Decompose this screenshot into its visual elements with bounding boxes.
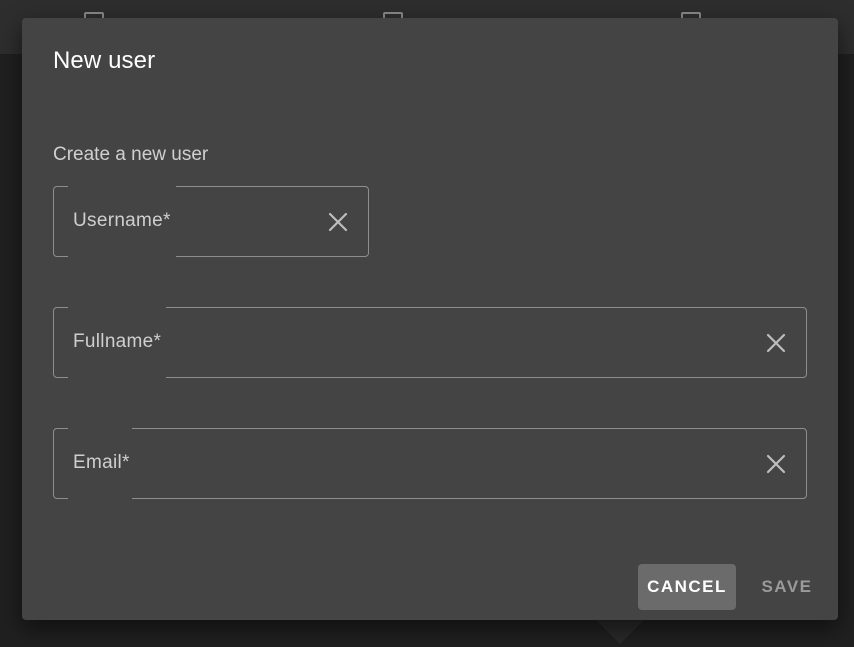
outline-notch bbox=[68, 376, 166, 379]
outline-notch bbox=[68, 427, 132, 430]
outline-notch bbox=[68, 306, 166, 309]
email-field[interactable]: Email* bbox=[53, 427, 807, 500]
save-button[interactable]: SAVE bbox=[750, 564, 824, 610]
email-label: Email* bbox=[73, 452, 130, 473]
background-pointer bbox=[596, 620, 644, 644]
outline-notch bbox=[68, 255, 176, 258]
username-clear-button[interactable] bbox=[326, 210, 350, 234]
fullname-field[interactable]: Fullname* bbox=[53, 306, 807, 379]
username-field[interactable]: Username* bbox=[53, 185, 369, 258]
fullname-clear-button[interactable] bbox=[764, 331, 788, 355]
email-clear-button[interactable] bbox=[764, 452, 788, 476]
close-icon bbox=[766, 454, 786, 474]
username-label: Username* bbox=[73, 210, 171, 231]
outline-notch bbox=[68, 497, 132, 500]
cancel-button[interactable]: CANCEL bbox=[638, 564, 736, 610]
close-icon bbox=[328, 212, 348, 232]
new-user-dialog: New user Create a new user Username* Ful… bbox=[22, 18, 838, 620]
outline-notch bbox=[68, 185, 176, 188]
close-icon bbox=[766, 333, 786, 353]
dialog-subtitle: Create a new user bbox=[53, 144, 209, 165]
dialog-title: New user bbox=[53, 47, 156, 74]
fullname-label: Fullname* bbox=[73, 331, 162, 352]
